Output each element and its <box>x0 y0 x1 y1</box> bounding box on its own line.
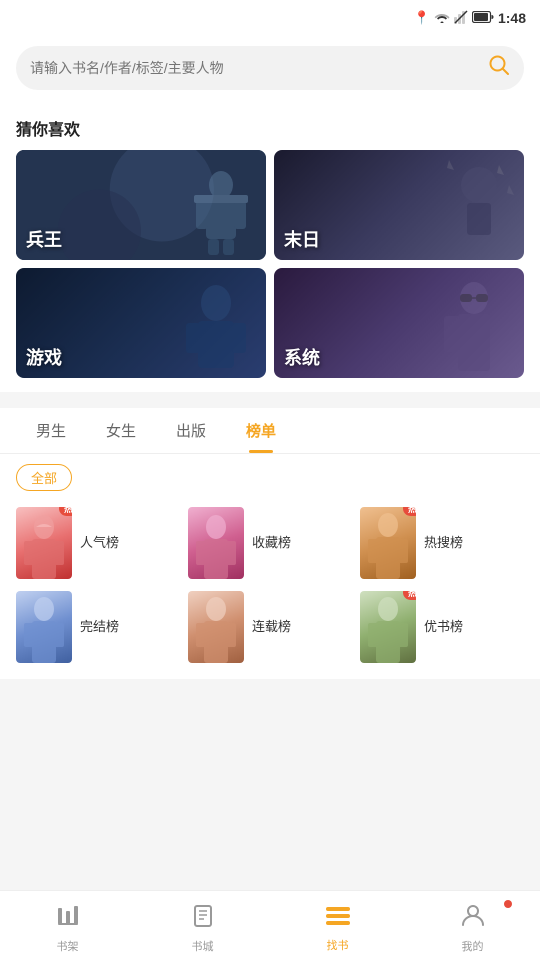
rank-cover-wanjie <box>16 591 72 663</box>
recommend-grid: 兵王 末日 <box>0 150 540 392</box>
bottom-spacer <box>0 679 540 759</box>
rec-card-bg-moori: 末日 <box>274 150 524 260</box>
findbook-icon <box>325 905 351 933</box>
rec-card-bg-bingwang: 兵王 <box>16 150 266 260</box>
search-icon[interactable] <box>488 54 510 82</box>
rec-card-label-moori: 末日 <box>284 226 320 252</box>
search-bar[interactable] <box>16 46 524 90</box>
main-scroll[interactable]: 猜你喜欢 兵王 <box>0 36 540 890</box>
rec-card-bingwang[interactable]: 兵王 <box>16 150 266 260</box>
rec-card-bg-xitong: 系统 <box>274 268 524 378</box>
nav-bookstore-label: 书城 <box>192 938 214 954</box>
nav-mine-badge <box>504 900 512 908</box>
filter-wrap: 全部 <box>0 454 540 501</box>
bookshelf-icon <box>56 904 80 934</box>
rank-cover-youshu: 热 <box>360 591 416 663</box>
wifi-icon <box>434 11 450 26</box>
nav-mine[interactable]: 我的 <box>405 898 540 954</box>
rank-item-wanjie[interactable]: 完结榜 <box>16 591 180 663</box>
rank-cover-resou: 热 <box>360 507 416 579</box>
rank-name-wanjie: 完结榜 <box>80 618 119 636</box>
tab-female[interactable]: 女生 <box>86 408 156 453</box>
rank-name-renqi: 人气榜 <box>80 534 119 552</box>
rank-item-lianzai[interactable]: 连载榜 <box>188 591 352 663</box>
rank-name-youshu: 优书榜 <box>424 618 463 636</box>
rank-cover-renqi: 热 <box>16 507 72 579</box>
rank-cover-bg-renqi <box>16 507 72 579</box>
tab-rank[interactable]: 榜单 <box>226 408 296 453</box>
rank-cover-shoucang <box>188 507 244 579</box>
bottom-nav: 书架 书城 找书 我的 <box>0 890 540 960</box>
signal-icon <box>454 10 468 27</box>
rank-item-youshu[interactable]: 热 优书榜 <box>360 591 524 663</box>
rank-item-shoucang[interactable]: 收藏榜 <box>188 507 352 579</box>
search-bar-section <box>0 36 540 102</box>
status-icons: 📍 1:48 <box>414 10 526 27</box>
nav-mine-label: 我的 <box>462 938 484 954</box>
status-bar: 📍 1:48 <box>0 0 540 36</box>
tab-male[interactable]: 男生 <box>16 408 86 453</box>
rank-grid: 热 人气榜 收藏榜 <box>0 501 540 679</box>
rec-card-label-xitong: 系统 <box>284 344 320 370</box>
time-display: 1:48 <box>498 10 526 26</box>
tab-publish[interactable]: 出版 <box>156 408 226 453</box>
battery-icon <box>472 11 494 26</box>
rec-card-bg-youxi: 游戏 <box>16 268 266 378</box>
rec-card-label-bingwang: 兵王 <box>26 226 62 252</box>
nav-findbook-label: 找书 <box>327 937 349 953</box>
rank-item-renqi[interactable]: 热 人气榜 <box>16 507 180 579</box>
rec-card-moori[interactable]: 末日 <box>274 150 524 260</box>
rec-card-youxi[interactable]: 游戏 <box>16 268 266 378</box>
rank-cover-bg-shoucang <box>188 507 244 579</box>
rank-name-lianzai: 连载榜 <box>252 618 291 636</box>
rec-card-xitong[interactable]: 系统 <box>274 268 524 378</box>
nav-bookshelf-label: 书架 <box>57 938 79 954</box>
rank-cover-lianzai <box>188 591 244 663</box>
nav-findbook[interactable]: 找书 <box>270 899 405 953</box>
nav-bookstore[interactable]: 书城 <box>135 898 270 954</box>
rec-card-label-youxi: 游戏 <box>26 344 62 370</box>
rank-cover-bg-lianzai <box>188 591 244 663</box>
filter-tag-all[interactable]: 全部 <box>16 464 72 491</box>
bookstore-icon <box>191 904 215 934</box>
tabs-container: 男生 女生 出版 榜单 <box>0 408 540 454</box>
rank-name-shoucang: 收藏榜 <box>252 534 291 552</box>
rank-cover-bg-wanjie <box>16 591 72 663</box>
search-input[interactable] <box>30 60 480 76</box>
rank-item-resou[interactable]: 热 热搜榜 <box>360 507 524 579</box>
rank-cover-bg-resou <box>360 507 416 579</box>
recommend-title: 猜你喜欢 <box>0 102 540 150</box>
rank-cover-bg-youshu <box>360 591 416 663</box>
spacer-1 <box>0 392 540 400</box>
rank-name-resou: 热搜榜 <box>424 534 463 552</box>
location-icon: 📍 <box>414 10 430 26</box>
nav-bookshelf[interactable]: 书架 <box>0 898 135 954</box>
mine-icon <box>461 904 485 934</box>
